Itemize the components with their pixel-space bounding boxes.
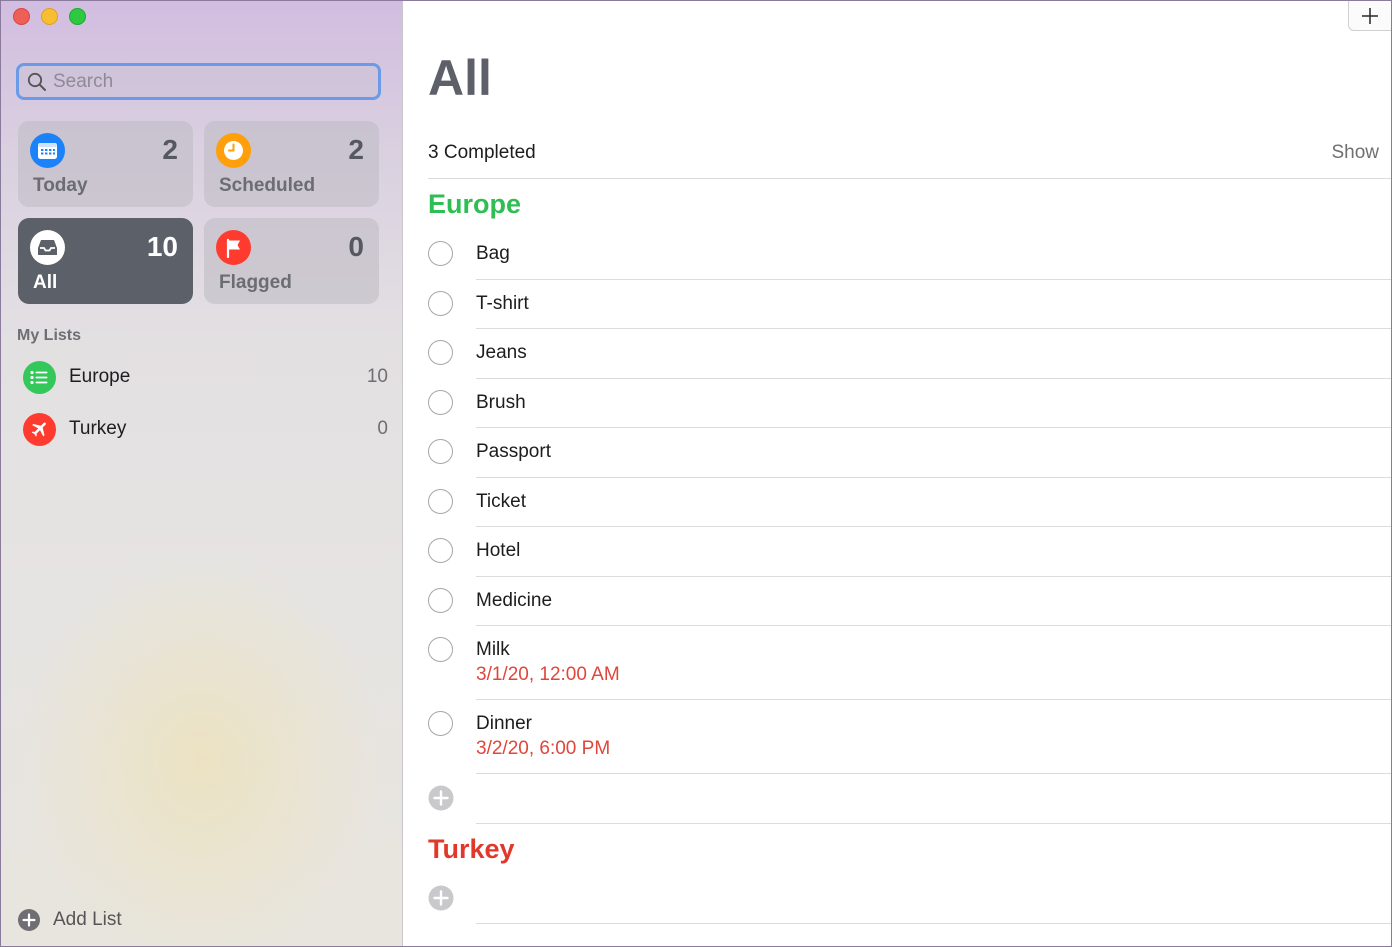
list-count: 10 — [366, 366, 388, 387]
today-label: Today — [33, 175, 88, 196]
divider — [476, 328, 1391, 329]
reminder-checkbox[interactable] — [428, 637, 453, 662]
flagged-label: Flagged — [219, 272, 292, 293]
divider — [476, 278, 1391, 280]
smart-list-all[interactable]: 10 All — [18, 218, 193, 304]
main-pane: All 3 Completed Show Europe Bag T-shirt Je… — [403, 1, 1391, 946]
reminder-checkbox[interactable] — [428, 488, 453, 514]
sidebar: 2 Today 2 Scheduled 10 — [1, 1, 403, 946]
close-window-button[interactable] — [13, 8, 30, 25]
add-list-label: Add List — [53, 909, 122, 930]
reminder-title[interactable]: Medicine — [476, 590, 552, 612]
list-bullet-icon — [23, 360, 56, 394]
my-lists-header: My Lists — [17, 327, 82, 344]
reminder-title[interactable]: Ticket — [476, 491, 526, 513]
reminder-checkbox[interactable] — [428, 290, 453, 316]
sidebar-list-europe[interactable]: Europe 10 — [23, 359, 388, 395]
flagged-count: 0 — [348, 231, 364, 262]
tray-icon — [30, 230, 65, 265]
reminder-checkbox[interactable] — [428, 340, 453, 365]
divider — [476, 377, 1391, 379]
search-input[interactable] — [53, 70, 353, 93]
divider — [476, 699, 1391, 700]
reminder-title[interactable]: Milk — [476, 639, 510, 661]
divider — [476, 476, 1391, 478]
scheduled-count: 2 — [348, 134, 364, 165]
reminder-title[interactable]: T-shirt — [476, 293, 529, 315]
sidebar-list-turkey[interactable]: Turkey 0 — [23, 411, 388, 447]
list-count: 0 — [377, 418, 388, 439]
reminder-checkbox[interactable] — [428, 711, 453, 736]
completed-count: 3 Completed — [428, 142, 536, 163]
reminder-title[interactable]: Brush — [476, 392, 526, 414]
divider — [476, 823, 1391, 824]
smart-list-today[interactable]: 2 Today — [18, 121, 193, 207]
reminder-checkbox[interactable] — [428, 587, 453, 613]
scheduled-label: Scheduled — [219, 175, 316, 196]
reminder-due-date: 3/2/20, 6:00 PM — [476, 738, 611, 759]
divider — [476, 575, 1391, 577]
page-title: All — [428, 50, 492, 106]
airplane-icon — [23, 412, 56, 446]
today-count: 2 — [162, 134, 178, 165]
reminder-checkbox[interactable] — [428, 241, 453, 266]
minimize-window-button[interactable] — [41, 8, 58, 25]
plus-circle-icon — [428, 785, 454, 811]
divider — [476, 427, 1391, 428]
list-name: Europe — [69, 366, 131, 387]
list-name: Turkey — [69, 418, 127, 439]
reminder-checkbox[interactable] — [428, 538, 453, 563]
reminders-window: 2 Today 2 Scheduled 10 — [0, 0, 1392, 947]
section-title-europe: Europe — [428, 189, 522, 219]
reminder-checkbox[interactable] — [428, 389, 453, 415]
new-reminder-button[interactable] — [1348, 1, 1391, 31]
plus-circle-icon — [428, 885, 454, 911]
clock-icon — [216, 133, 251, 168]
show-completed-button[interactable]: Show — [1331, 142, 1379, 164]
search-icon — [27, 72, 46, 91]
smart-list-flagged[interactable]: 0 Flagged — [204, 218, 379, 304]
reminder-title[interactable]: Dinner — [476, 713, 532, 735]
zoom-window-button[interactable] — [69, 8, 86, 25]
all-label: All — [33, 272, 58, 293]
reminder-title[interactable]: Jeans — [476, 342, 527, 364]
plus-circle-icon — [18, 909, 40, 931]
add-list-button[interactable]: Add List — [17, 908, 122, 932]
flag-icon — [216, 230, 251, 265]
reminder-title[interactable]: Bag — [476, 243, 510, 265]
all-count: 10 — [146, 231, 178, 262]
reminder-title[interactable]: Hotel — [476, 540, 520, 562]
divider — [476, 773, 1391, 774]
window-controls — [13, 8, 86, 25]
calendar-icon — [30, 133, 65, 168]
divider — [476, 526, 1391, 527]
smart-list-scheduled[interactable]: 2 Scheduled — [204, 121, 379, 207]
reminder-due-date: 3/1/20, 12:00 AM — [476, 664, 620, 685]
reminder-title[interactable]: Passport — [476, 441, 551, 463]
divider — [476, 923, 1391, 924]
divider — [476, 625, 1391, 626]
reminder-checkbox[interactable] — [428, 439, 453, 464]
search-field[interactable] — [16, 63, 381, 100]
completed-row: 3 Completed Show — [428, 142, 1391, 179]
section-title-turkey: Turkey — [428, 834, 515, 864]
plus-icon — [1362, 7, 1378, 24]
